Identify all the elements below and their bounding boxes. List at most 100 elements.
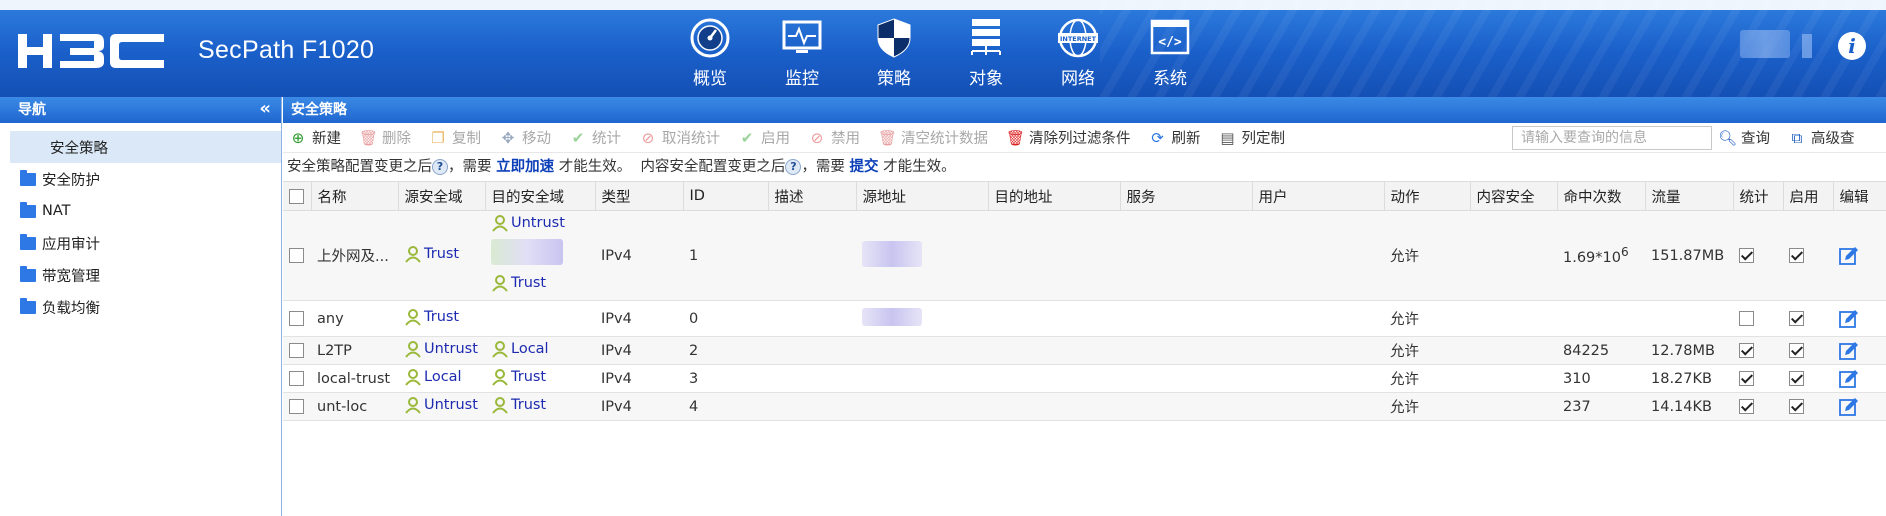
row-checkbox[interactable]: [289, 311, 304, 326]
nav-system[interactable]: </> 系统: [1124, 16, 1216, 89]
enable-checkbox[interactable]: [1789, 371, 1804, 386]
sidebar-header: 导航 «: [0, 97, 281, 123]
collapse-sidebar-icon[interactable]: «: [259, 97, 271, 121]
column-header[interactable]: 目的地址: [988, 181, 1121, 211]
edit-icon[interactable]: [1839, 397, 1859, 417]
svg-text:</>: </>: [1158, 35, 1182, 50]
accelerate-now-link[interactable]: 立即加速: [496, 159, 554, 175]
column-header[interactable]: 源地址: [856, 181, 989, 211]
help-icon[interactable]: ?: [432, 159, 448, 175]
src-address: [856, 336, 988, 365]
sidebar-item-bandwidth[interactable]: 带宽管理: [0, 259, 281, 291]
service: [1120, 364, 1252, 393]
nav-policy[interactable]: 策略: [848, 16, 940, 89]
user: [1252, 364, 1384, 393]
column-header[interactable]: 目的安全域: [485, 181, 596, 211]
copy-button[interactable]: ❐ 复制: [429, 127, 481, 148]
select-all-cell[interactable]: [283, 181, 312, 211]
column-header[interactable]: 描述: [768, 181, 857, 211]
search-input[interactable]: 请输入要查询的信息: [1512, 125, 1712, 150]
column-header[interactable]: 统计: [1733, 181, 1784, 211]
column-header[interactable]: 流量: [1645, 181, 1734, 211]
column-header[interactable]: 编辑: [1833, 181, 1886, 211]
column-header[interactable]: 服务: [1120, 181, 1253, 211]
column-header[interactable]: 用户: [1252, 181, 1385, 211]
user: [1252, 336, 1384, 365]
table-row[interactable]: local-trust Local Trust IPv4 3 允许 310 18…: [283, 364, 1886, 393]
advanced-search-label: 高级查: [1811, 131, 1855, 147]
row-checkbox[interactable]: [289, 248, 304, 263]
clear-filter-label: 清除列过滤条件: [1029, 131, 1131, 147]
column-header[interactable]: 类型: [595, 181, 684, 211]
disable-button[interactable]: ⊘ 禁用: [808, 127, 860, 148]
column-header[interactable]: 内容安全: [1470, 181, 1558, 211]
column-header[interactable]: 命中次数: [1557, 181, 1646, 211]
nav-monitor[interactable]: 监控: [756, 16, 848, 89]
stat-checkbox[interactable]: [1739, 343, 1754, 358]
enable-button[interactable]: ✔ 启用: [738, 127, 790, 148]
stat-checkbox[interactable]: [1739, 248, 1754, 263]
refresh-button[interactable]: ⟳ 刷新: [1149, 127, 1200, 148]
row-checkbox[interactable]: [289, 343, 304, 358]
enable-checkbox[interactable]: [1789, 311, 1804, 326]
nav-network[interactable]: INTERNET 网络: [1032, 16, 1124, 89]
nav-object[interactable]: 对象: [940, 16, 1032, 89]
folder-icon: [20, 169, 36, 186]
enable-checkbox[interactable]: [1789, 343, 1804, 358]
new-button[interactable]: ⊕ 新建: [289, 127, 341, 148]
sidebar-item-security-protection[interactable]: 安全防护: [0, 163, 281, 195]
submit-link[interactable]: 提交: [850, 159, 879, 175]
dst-address: [988, 300, 1120, 337]
columns-icon: ▤: [1220, 128, 1235, 147]
cancel-statistics-button[interactable]: ⊘ 取消统计: [639, 127, 720, 148]
move-button[interactable]: ✥ 移动: [499, 127, 551, 148]
row-checkbox[interactable]: [289, 371, 304, 386]
hit-count-exponent: 6: [1621, 245, 1629, 260]
table-row[interactable]: L2TP Untrust Local IPv4 2 允许 84225 12.78…: [283, 336, 1886, 365]
edit-icon[interactable]: [1839, 309, 1859, 329]
table-row[interactable]: any Trust IPv4 0 允许: [283, 300, 1886, 337]
dst-zone-label: Trust: [511, 368, 547, 385]
stat-checkbox[interactable]: [1739, 311, 1754, 326]
nav-overview[interactable]: 概览: [664, 16, 756, 89]
column-custom-label: 列定制: [1241, 131, 1286, 147]
user-info-redacted: [1740, 30, 1790, 58]
help-icon[interactable]: ?: [785, 159, 802, 175]
info-icon[interactable]: i: [1838, 32, 1866, 60]
column-header[interactable]: 启用: [1783, 181, 1834, 211]
product-name: SecPath F1020: [198, 36, 375, 64]
sidebar-item-nat[interactable]: NAT: [0, 195, 281, 227]
clear-statistics-button[interactable]: 🗑 清空统计数据: [878, 127, 988, 148]
select-all-checkbox[interactable]: [289, 188, 304, 204]
redacted-zone: [491, 239, 563, 265]
table-row[interactable]: unt-loc Untrust Trust IPv4 4 允许 237 14.1…: [283, 392, 1886, 421]
enable-checkbox[interactable]: [1789, 399, 1804, 414]
statistics-button[interactable]: ✔ 统计: [569, 127, 621, 148]
column-header[interactable]: 名称: [311, 181, 399, 211]
clear-filter-button[interactable]: 🗑 清除列过滤条件: [1006, 127, 1131, 148]
stat-checkbox[interactable]: [1739, 399, 1754, 414]
stat-checkbox[interactable]: [1739, 371, 1754, 386]
monitor-icon: [782, 20, 822, 53]
advanced-search-button[interactable]: ⧉ 高级查: [1788, 127, 1855, 148]
nav-overview-label: 概览: [693, 69, 727, 89]
search-button[interactable]: 🔍︎ 查询: [1718, 127, 1770, 148]
service: [1120, 210, 1252, 301]
policy-name: any: [311, 300, 398, 337]
column-header[interactable]: 源安全域: [398, 181, 486, 211]
column-custom-button[interactable]: ▤ 列定制: [1219, 127, 1286, 148]
edit-icon[interactable]: [1839, 369, 1859, 389]
delete-button[interactable]: 🗑 删除: [359, 127, 411, 148]
table-row[interactable]: 上外网及... Trust Untrust Trust IPv4 1 允许 1.…: [283, 210, 1886, 301]
policy-description: [768, 392, 856, 421]
enable-checkbox[interactable]: [1789, 248, 1804, 263]
sidebar-item-load-balancing[interactable]: 负载均衡: [0, 291, 281, 323]
sidebar-item-label: 带宽管理: [42, 268, 100, 285]
column-header[interactable]: 动作: [1384, 181, 1471, 211]
edit-icon[interactable]: [1839, 341, 1859, 361]
column-header[interactable]: ID: [683, 181, 769, 211]
edit-icon[interactable]: [1839, 246, 1859, 266]
row-checkbox[interactable]: [289, 399, 304, 414]
sidebar-item-app-audit[interactable]: 应用审计: [0, 227, 281, 259]
sidebar-item-security-policy[interactable]: 安全策略: [0, 131, 281, 163]
